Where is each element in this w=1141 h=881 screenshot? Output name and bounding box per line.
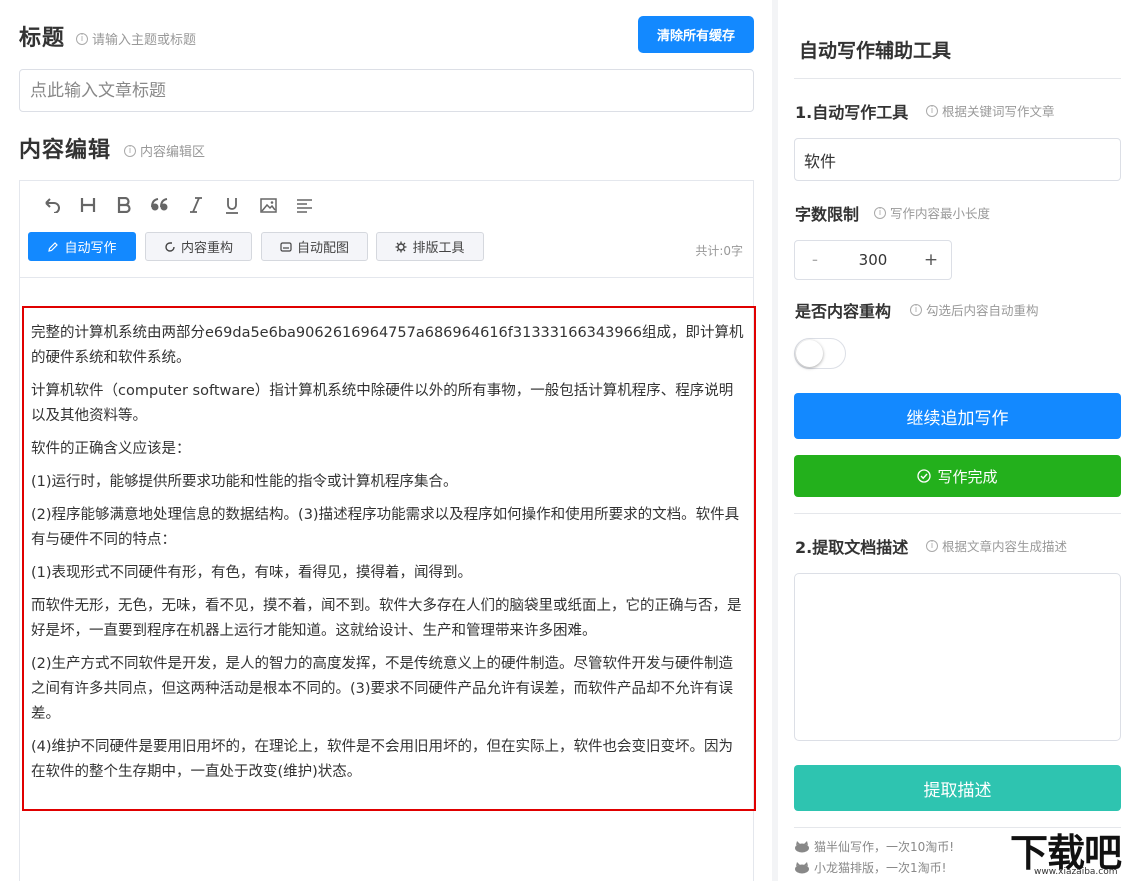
extract-description-label: 2.提取文档描述: [795, 538, 909, 557]
undo-icon[interactable]: [34, 194, 70, 216]
paragraph: (1)表现形式不同硬件有形，有色，有味，看得见，摸得着，闻得到。: [31, 565, 473, 581]
site-watermark: 下载吧 www.xiazaiba.com: [1004, 822, 1141, 881]
paragraph: (4)维护不同硬件是要用旧用坏的，在理论上，软件是不会用旧用坏的，但在实际上，软…: [31, 739, 734, 780]
clear-cache-button[interactable]: 清除所有缓存: [638, 16, 754, 53]
quote-icon[interactable]: [142, 194, 178, 216]
paragraph: (1)运行时，能够提供所要求功能和性能的指令或计算机程序集合。: [31, 474, 458, 490]
keyword-input[interactable]: [794, 138, 1121, 181]
tool-buttons: 自动写作 内容重构 自动配图 排版工具: [28, 232, 484, 261]
assistant-title: 自动写作辅助工具: [799, 40, 952, 62]
decrement-button[interactable]: -: [795, 250, 835, 270]
article-content[interactable]: 完整的计算机系统由两部分e69da5e6ba9062616964757a6869…: [22, 306, 756, 811]
auto-write-tool-label: 1.自动写作工具: [795, 103, 909, 122]
description-textarea[interactable]: [794, 573, 1121, 741]
word-limit-stepper: - 300 +: [794, 240, 952, 280]
info-icon: i: [124, 144, 136, 157]
auto-write-button[interactable]: 自动写作: [28, 232, 136, 261]
continue-writing-label: 继续追加写作: [906, 408, 1009, 429]
divider: [794, 78, 1121, 79]
word-limit-value[interactable]: 300: [835, 251, 911, 269]
extract-description-button[interactable]: 提取描述: [794, 765, 1121, 811]
footer-note-text: 小龙猫排版，一次1淘币!: [814, 861, 947, 875]
title-section-label: 标题: [19, 26, 66, 51]
article-title-input[interactable]: [19, 69, 754, 112]
format-toolbar: [34, 194, 322, 216]
paragraph: 而软件无形，无色，无味，看不见，摸不着，闻不到。软件大多存在人们的脑袋里或纸面上…: [31, 598, 742, 639]
info-icon: i: [874, 206, 886, 219]
info-icon: i: [910, 303, 922, 316]
increment-button[interactable]: +: [911, 250, 951, 270]
auto-image-button[interactable]: 自动配图: [261, 232, 368, 261]
bold-icon[interactable]: [106, 194, 142, 216]
restructure-content-button[interactable]: 内容重构: [145, 232, 252, 261]
restructure-hint: i 勾选后内容自动重构: [910, 300, 1039, 319]
watermark-url: www.xiazaiba.com: [1034, 867, 1118, 877]
auto-image-label: 自动配图: [296, 241, 349, 256]
editor-panel: 标题 i 请输入主题或标题 清除所有缓存 内容编辑 i 内容编辑区: [0, 0, 772, 881]
paragraph: (2)生产方式不同软件是开发，是人的智力的高度发挥，不是传统意义上的硬件制造。尽…: [31, 656, 734, 722]
assistant-panel: 自动写作辅助工具 1.自动写作工具 i 根据关键词写作文章 字数限制 i 写作内…: [778, 0, 1141, 881]
cat-icon: [795, 861, 809, 873]
continue-writing-button[interactable]: 继续追加写作: [794, 393, 1121, 439]
restructure-label: 内容重构: [180, 241, 233, 256]
info-icon: i: [76, 32, 88, 45]
heading-icon[interactable]: [70, 194, 106, 216]
word-count: 共计:0字: [695, 244, 743, 258]
paragraph: 软件的正确含义应该是：: [31, 441, 191, 457]
align-left-icon[interactable]: [286, 194, 322, 216]
title-section-hint: i 请输入主题或标题: [76, 29, 196, 48]
title-hint-text: 请输入主题或标题: [92, 33, 197, 48]
restructure-hint-text: 勾选后内容自动重构: [926, 303, 1039, 318]
extract-hint-text: 根据文章内容生成描述: [942, 539, 1068, 554]
pencil-icon: [48, 241, 59, 252]
content-section-label: 内容编辑: [19, 138, 112, 163]
writing-done-label: 写作完成: [937, 467, 998, 486]
info-icon: i: [926, 104, 938, 117]
image-icon[interactable]: [250, 194, 286, 216]
refresh-icon: [165, 241, 175, 252]
restructure-label: 是否内容重构: [795, 302, 892, 321]
extract-description-hint: i 根据文章内容生成描述: [926, 536, 1067, 555]
content-hint-text: 内容编辑区: [140, 145, 206, 160]
word-limit-hint-text: 写作内容最小长度: [890, 206, 991, 221]
divider: [794, 513, 1121, 514]
italic-icon[interactable]: [178, 194, 214, 216]
cat-icon: [795, 840, 809, 852]
paragraph: 计算机软件（computer software）指计算机系统中除硬件以外的所有事…: [31, 383, 734, 424]
footer-note-text: 猫半仙写作，一次10淘币!: [814, 840, 955, 854]
check-circle-icon: [917, 469, 932, 483]
toggle-knob: [796, 340, 823, 367]
footer-note: 猫半仙写作，一次10淘币!: [794, 838, 954, 855]
paragraph: (2)程序能够满意地处理信息的数据结构。(3)描述程序功能需求以及程序如何操作和…: [31, 507, 740, 548]
layout-tool-button[interactable]: 排版工具: [376, 232, 484, 261]
word-limit-hint: i 写作内容最小长度: [874, 203, 990, 222]
auto-write-label: 自动写作: [64, 241, 117, 256]
editor-divider: [20, 277, 753, 278]
underline-icon[interactable]: [214, 194, 250, 216]
picture-icon: [280, 241, 292, 252]
footer-note: 小龙猫排版，一次1淘币!: [794, 859, 946, 876]
word-limit-label: 字数限制: [795, 205, 860, 224]
info-icon: i: [926, 539, 938, 552]
layout-tool-label: 排版工具: [412, 241, 465, 256]
extract-button-label: 提取描述: [923, 780, 992, 801]
auto-write-hint-text: 根据关键词写作文章: [942, 104, 1055, 119]
restructure-toggle[interactable]: [794, 338, 846, 369]
paragraph: 完整的计算机系统由两部分e69da5e6ba9062616964757a6869…: [31, 325, 744, 366]
content-section-hint: i 内容编辑区: [124, 141, 205, 160]
auto-write-tool-hint: i 根据关键词写作文章: [926, 101, 1055, 120]
writing-done-button[interactable]: 写作完成: [794, 455, 1121, 497]
settings-icon: [395, 241, 407, 252]
